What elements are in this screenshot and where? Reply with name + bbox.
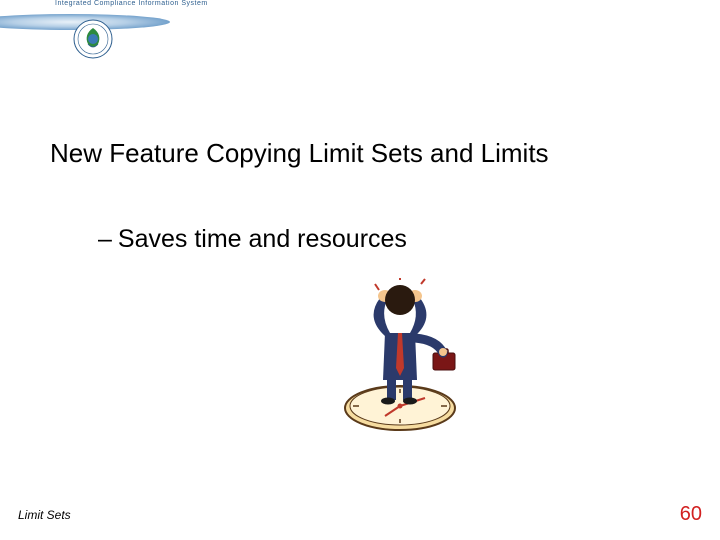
slide: Integrated Compliance Information System… [0, 0, 720, 540]
header-logo-area: Integrated Compliance Information System [0, 0, 160, 80]
footer-section-label: Limit Sets [18, 508, 71, 522]
bullet-text: Saves time and resources [118, 225, 407, 254]
slide-title: New Feature Copying Limit Sets and Limit… [50, 138, 549, 169]
bullet-dash: – [98, 225, 112, 254]
brand-text: Integrated Compliance Information System [55, 0, 208, 7]
epa-seal-icon [72, 18, 114, 60]
page-number: 60 [680, 503, 702, 526]
bullet-row: – Saves time and resources [98, 225, 407, 254]
clipart-frustrated-person-clock-icon [325, 278, 475, 438]
